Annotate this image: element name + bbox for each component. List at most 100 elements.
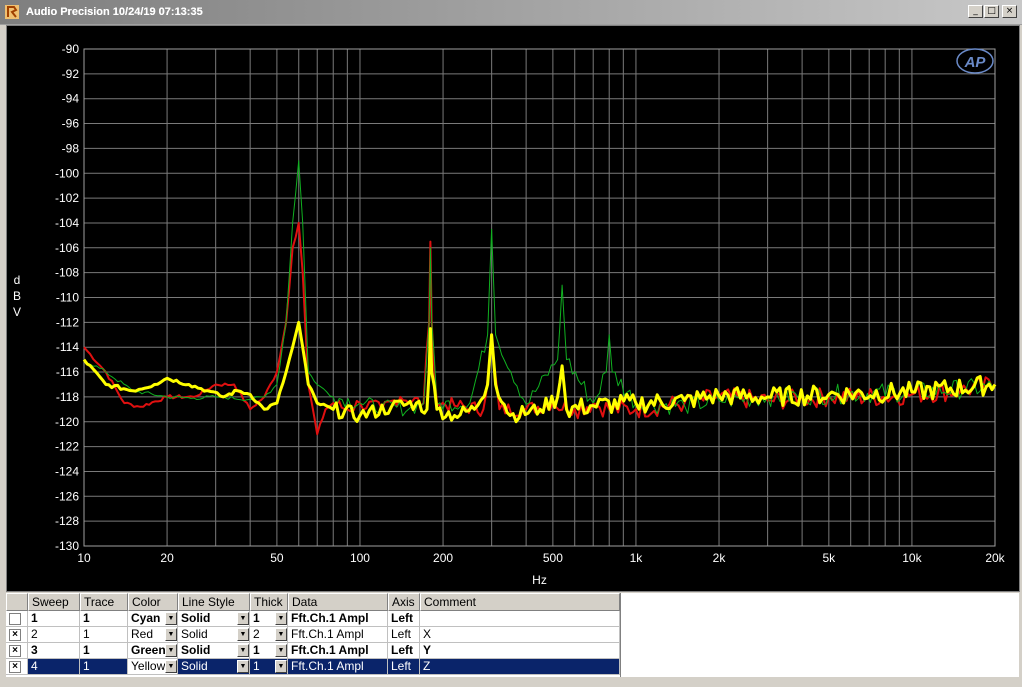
cell-trace-value: 1 [83,627,90,641]
header-axis[interactable]: Axis [388,593,420,611]
cell-sweep[interactable]: 4 [28,659,80,675]
maximize-icon: □ [987,6,996,16]
cell-comment[interactable]: X [420,627,620,643]
dropdown-arrow-icon[interactable]: ▼ [237,612,249,625]
cell-trace[interactable]: 1 [80,627,128,643]
header-line-style[interactable]: Line Style [178,593,250,611]
cell-data[interactable]: Fft.Ch.1 Ampl [288,643,388,659]
maximize-button[interactable]: □ [984,5,999,18]
x-tick-label: 50 [270,551,284,565]
cell-sweep[interactable]: 2 [28,627,80,643]
y-tick-label: -110 [56,291,79,305]
dropdown-arrow-icon[interactable]: ▼ [165,660,177,673]
cell-color-value: Yellow [131,659,166,673]
table-row[interactable]: 1 1 Cyan ▼ Solid ▼ 1 ▼ Fft.Ch.1 Ampl Left [6,611,620,627]
dropdown-arrow-icon[interactable]: ▼ [237,628,249,641]
cell-axis[interactable]: Left [388,627,420,643]
dropdown-arrow-icon[interactable]: ▼ [237,644,249,657]
cell-line-style[interactable]: Solid ▼ [178,643,250,659]
cell-axis-value: Left [391,643,413,657]
header-color[interactable]: Color [128,593,178,611]
ap-logo-text: AP [964,54,987,71]
cell-line-style-value: Solid [181,611,211,625]
visibility-checkbox[interactable]: × [9,645,21,657]
cell-trace[interactable]: 1 [80,659,128,675]
dropdown-arrow-icon[interactable]: ▼ [275,660,287,673]
table-row[interactable]: × 4 1 Yellow ▼ Solid ▼ 1 ▼ Fft.Ch.1 Ampl Left Z [6,659,620,675]
visibility-checkbox[interactable]: × [9,629,21,641]
cell-data[interactable]: Fft.Ch.1 Ampl [288,627,388,643]
x-tick-label: 20k [985,551,1005,565]
x-tick-label: 1k [630,551,644,565]
header-comment[interactable]: Comment [420,593,620,611]
close-button[interactable]: × [1002,5,1017,18]
x-tick-label: 2k [713,551,727,565]
header-trace[interactable]: Trace [80,593,128,611]
dropdown-arrow-icon[interactable]: ▼ [165,612,177,625]
cell-thick[interactable]: 2 ▼ [250,627,288,643]
y-tick-label: -102 [55,191,79,205]
cell-line-style[interactable]: Solid ▼ [178,611,250,627]
cell-thick[interactable]: 1 ▼ [250,611,288,627]
y-tick-label: -94 [62,92,80,106]
minimize-button[interactable]: _ [968,5,983,18]
fft-plot[interactable]: -90 -92 -94 -96 -98 -100 -102 -104 -106 -108 -110 -… [7,26,1019,591]
cell-trace[interactable]: 1 [80,643,128,659]
dropdown-arrow-icon[interactable]: ▼ [275,628,287,641]
cell-color[interactable]: Cyan ▼ [128,611,178,627]
visibility-checkbox[interactable] [9,613,21,625]
cell-visible: × [6,627,28,643]
cell-data[interactable]: Fft.Ch.1 Ampl [288,659,388,675]
cell-comment-value: X [423,627,432,641]
header-sweep[interactable]: Sweep [28,593,80,611]
visibility-checkbox[interactable]: × [9,661,21,673]
cell-axis[interactable]: Left [388,611,420,627]
cell-color[interactable]: Green ▼ [128,643,178,659]
cell-color[interactable]: Red ▼ [128,627,178,643]
y-tick-label: -100 [55,166,79,180]
x-tick-label: 20 [160,551,174,565]
cell-line-style-value: Solid [181,643,211,657]
y-tick-label: -106 [55,241,79,255]
x-axis-label: Hz [532,573,547,587]
cell-trace[interactable]: 1 [80,611,128,627]
cell-trace-value: 1 [83,643,90,657]
cell-axis[interactable]: Left [388,643,420,659]
cell-axis-value: Left [391,659,412,673]
cell-line-style[interactable]: Solid ▼ [178,627,250,643]
cell-data[interactable]: Fft.Ch.1 Ampl [288,611,388,627]
cell-line-style[interactable]: Solid ▼ [178,659,250,675]
dropdown-arrow-icon[interactable]: ▼ [165,628,177,641]
y-tick-label: -126 [55,489,79,503]
cell-sweep[interactable]: 1 [28,611,80,627]
cell-thick-value: 1 [253,611,260,625]
cell-color-value: Red [131,627,154,641]
y-tick-label: -92 [62,67,80,81]
cell-thick[interactable]: 1 ▼ [250,643,288,659]
cell-comment[interactable]: Z [420,659,620,675]
cell-color[interactable]: Yellow ▼ [128,659,178,675]
cell-thick[interactable]: 1 ▼ [250,659,288,675]
cell-comment[interactable]: Y [420,643,620,659]
table-row[interactable]: × 3 1 Green ▼ Solid ▼ 1 ▼ Fft.Ch.1 Ampl Left Y [6,643,620,659]
cell-line-style-value: Solid [181,659,208,673]
header-data[interactable]: Data [288,593,388,611]
cell-line-style-value: Solid [181,627,208,641]
graph-area[interactable]: -90 -92 -94 -96 -98 -100 -102 -104 -106 -108 -110 -… [6,25,1020,592]
y-tick-label: -98 [62,141,80,155]
dropdown-arrow-icon[interactable]: ▼ [165,644,177,657]
audio-precision-app-icon[interactable] [5,5,19,19]
dropdown-arrow-icon[interactable]: ▼ [275,612,287,625]
header-thick[interactable]: Thick [250,593,288,611]
cell-sweep-value: 1 [31,611,38,625]
y-tick-label: -130 [55,539,79,553]
cell-trace-value: 1 [83,611,90,625]
cell-axis[interactable]: Left [388,659,420,675]
dropdown-arrow-icon[interactable]: ▼ [237,660,249,673]
table-row[interactable]: × 2 1 Red ▼ Solid ▼ 2 ▼ Fft.Ch.1 Ampl Left X [6,627,620,643]
dropdown-arrow-icon[interactable]: ▼ [275,644,287,657]
cell-data-value: Fft.Ch.1 Ampl [291,627,364,641]
cell-visible: × [6,659,28,675]
cell-comment[interactable] [420,611,620,627]
cell-sweep[interactable]: 3 [28,643,80,659]
